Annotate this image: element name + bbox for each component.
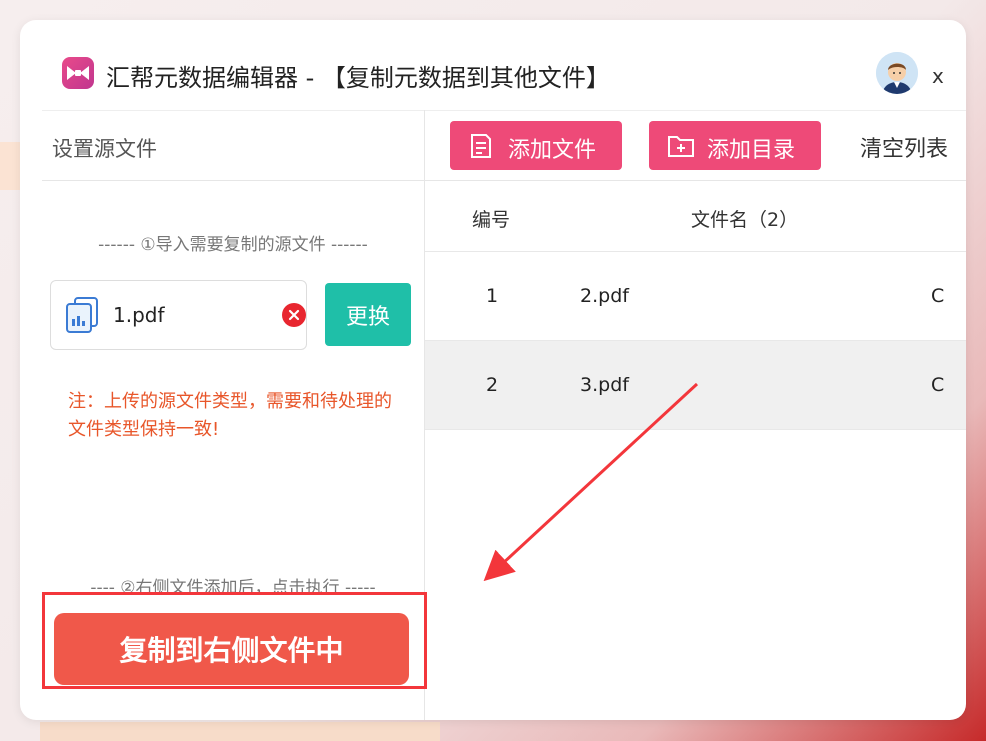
file-list-panel: 添加文件 添加目录 清空列表 编号 文件名（2） 1 2.pdf C 2 3.p… (425, 110, 966, 720)
source-panel-title: 设置源文件 (52, 137, 157, 161)
source-file-box: 1.pdf (50, 280, 307, 350)
user-avatar[interactable] (876, 52, 918, 94)
add-file-icon (471, 134, 491, 158)
source-panel-header: 设置源文件 (42, 110, 424, 181)
replace-button[interactable]: 更换 (325, 283, 411, 346)
source-panel: 设置源文件 ------ ①导入需要复制的源文件 ------ 1.pdf 更换 (42, 110, 427, 720)
add-folder-icon (668, 136, 694, 157)
column-filename: 文件名（2） (691, 209, 799, 231)
app-logo-icon (62, 57, 94, 89)
toolbar: 添加文件 添加目录 清空列表 (425, 110, 966, 181)
row-index: 2 (486, 374, 499, 396)
add-file-label: 添加文件 (508, 138, 597, 163)
add-directory-label: 添加目录 (707, 138, 796, 163)
table-row[interactable]: 2 3.pdf C (425, 341, 966, 430)
add-directory-button[interactable]: 添加目录 (649, 121, 821, 170)
row-filename: 2.pdf (580, 285, 629, 307)
source-file-name: 1.pdf (113, 303, 165, 327)
copy-to-right-button[interactable]: 复制到右侧文件中 (54, 613, 409, 685)
row-extra: C (931, 285, 945, 307)
clear-list-button[interactable]: 清空列表 (860, 131, 948, 163)
step1-hint: ------ ①导入需要复制的源文件 ------ (98, 235, 368, 255)
copy-button-highlight: 复制到右侧文件中 (42, 592, 427, 689)
row-filename: 3.pdf (580, 374, 629, 396)
column-index: 编号 (472, 209, 511, 231)
table-row[interactable]: 1 2.pdf C (425, 252, 966, 341)
document-icon (63, 295, 103, 339)
background-bottom-strip (40, 722, 440, 741)
add-file-button[interactable]: 添加文件 (450, 121, 622, 170)
remove-file-icon[interactable] (282, 303, 306, 327)
file-type-note: 注：上传的源文件类型，需要和待处理的文件类型保持一致! (68, 391, 392, 440)
row-extra: C (931, 374, 945, 396)
close-icon[interactable]: x (932, 64, 944, 88)
app-window: 汇帮元数据编辑器 - 【复制元数据到其他文件】 x 设置源文件 ------ ①… (20, 20, 966, 720)
row-index: 1 (486, 285, 499, 307)
title-bar: 汇帮元数据编辑器 - 【复制元数据到其他文件】 x (20, 20, 966, 110)
window-title: 汇帮元数据编辑器 - 【复制元数据到其他文件】 (106, 64, 610, 92)
table-header: 编号 文件名（2） (425, 180, 966, 252)
